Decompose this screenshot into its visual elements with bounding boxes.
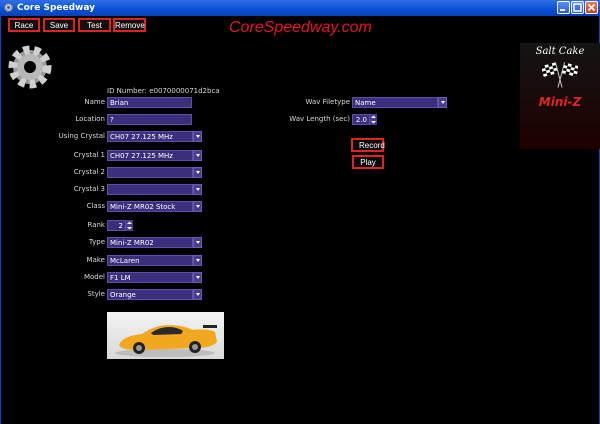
wav-length-spinner[interactable]: 2.0: [352, 114, 370, 125]
using-crystal-label: Using Crystal: [58, 132, 105, 140]
crystal1-label: Crystal 1: [73, 151, 105, 159]
title-bar[interactable]: Core Speedway: [0, 0, 600, 16]
car-image: [107, 312, 224, 359]
maximize-button[interactable]: [571, 1, 584, 14]
brand-title: CoreSpeedway.com: [229, 19, 372, 36]
make-dropdown-icon[interactable]: [193, 255, 202, 266]
maximize-icon: [573, 3, 582, 12]
wav-length-spin-icon[interactable]: [370, 114, 377, 125]
model-select[interactable]: F1 LM: [107, 272, 193, 283]
type-label: Type: [88, 238, 105, 246]
class-select[interactable]: Mini-Z MR02 Stock: [107, 201, 193, 212]
save-button[interactable]: Save: [43, 18, 75, 32]
crystal2-select[interactable]: [107, 167, 193, 178]
model-dropdown-icon[interactable]: [193, 272, 202, 283]
checkered-flags-icon: [542, 62, 578, 88]
wav-filetype-label: Wav Filetype: [305, 98, 350, 106]
type-select[interactable]: Mini-Z MR02: [107, 237, 193, 248]
class-dropdown-icon[interactable]: [193, 201, 202, 212]
window-title: Core Speedway: [17, 3, 96, 13]
crystal1-dropdown-icon[interactable]: [193, 150, 202, 161]
remove-button[interactable]: Remove: [113, 18, 146, 32]
style-label: Style: [87, 290, 105, 298]
minimize-icon: [560, 9, 565, 11]
record-button[interactable]: Record: [351, 138, 385, 152]
app-gear-icon: [3, 2, 14, 13]
class-label: Class: [86, 202, 105, 210]
crystal1-select[interactable]: CH07 27.125 MHz: [107, 150, 193, 161]
using-crystal-dropdown-icon[interactable]: [193, 131, 202, 142]
wav-filetype-select[interactable]: Name: [352, 97, 438, 108]
test-button[interactable]: Test: [78, 18, 111, 32]
make-select[interactable]: McLaren: [107, 255, 193, 266]
wav-filetype-dropdown-icon[interactable]: [438, 97, 447, 108]
logo-bottom-text: Mini-Z: [538, 95, 582, 109]
name-input[interactable]: Brian: [107, 97, 192, 108]
close-button[interactable]: [585, 1, 598, 14]
style-dropdown-icon[interactable]: [193, 289, 202, 300]
rank-spin-icon[interactable]: [126, 220, 133, 231]
wav-length-label: Wav Length (sec): [289, 115, 350, 123]
type-dropdown-icon[interactable]: [193, 237, 202, 248]
minimize-button[interactable]: [557, 1, 570, 14]
name-label: Name: [84, 98, 105, 106]
play-button[interactable]: Play: [352, 155, 384, 169]
close-icon: [587, 3, 596, 12]
race-button[interactable]: Race: [8, 18, 40, 32]
id-number: ID Number: e0070000071d2bca: [107, 87, 220, 95]
crystal2-label: Crystal 2: [73, 168, 105, 176]
logo-top-text: Salt Cake: [535, 46, 585, 57]
gear-icon: [8, 45, 52, 89]
style-select[interactable]: Orange: [107, 289, 193, 300]
rank-spinner[interactable]: 2: [107, 220, 126, 231]
model-label: Model: [83, 273, 105, 281]
crystal3-select[interactable]: [107, 184, 193, 195]
location-input[interactable]: ?: [107, 114, 192, 125]
crystal3-label: Crystal 3: [73, 185, 105, 193]
crystal3-dropdown-icon[interactable]: [193, 184, 202, 195]
crystal2-dropdown-icon[interactable]: [193, 167, 202, 178]
using-crystal-select[interactable]: CH07 27.125 MHz: [107, 131, 193, 142]
rank-label: Rank: [87, 221, 106, 229]
salt-cake-logo: Salt Cake Mini-Z: [520, 43, 600, 149]
car-picture: [115, 325, 217, 357]
location-label: Location: [75, 115, 105, 123]
make-label: Make: [86, 256, 105, 264]
